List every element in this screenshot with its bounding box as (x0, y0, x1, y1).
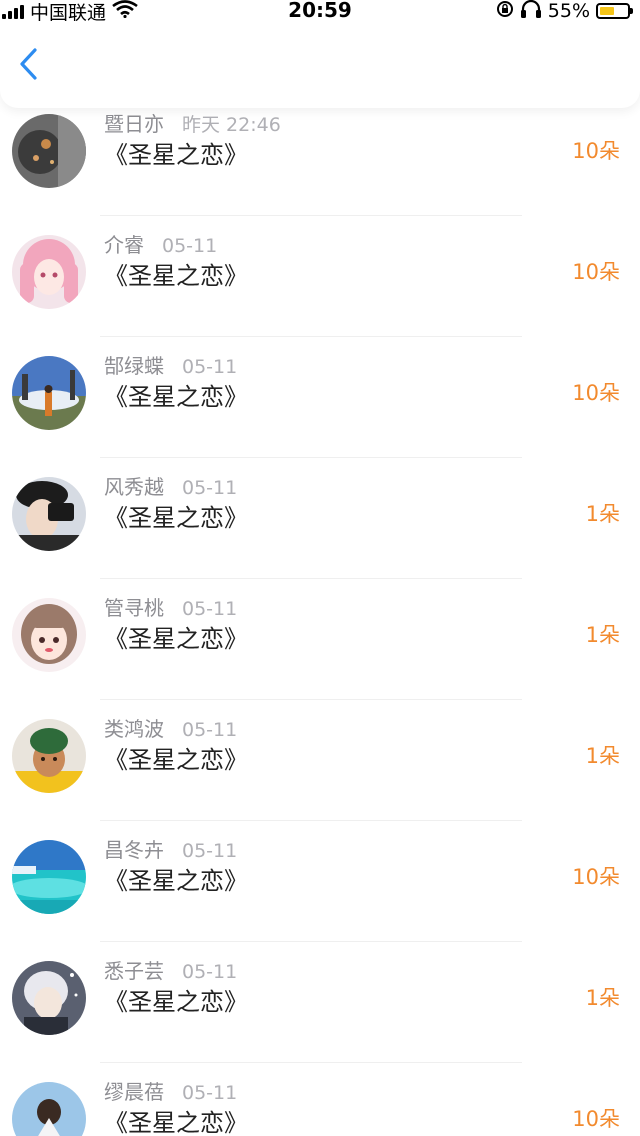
avatar[interactable] (12, 840, 86, 914)
gift-amount: 1朵 (585, 986, 620, 1010)
send-time: 05-11 (182, 477, 238, 499)
list-item[interactable]: 介睿 05-11 《圣星之恋》 10朵 (0, 216, 640, 337)
chevron-left-icon (20, 48, 37, 80)
send-time: 昨天 22:46 (182, 114, 281, 136)
gift-amount: 10朵 (572, 381, 620, 405)
send-time: 05-11 (182, 719, 238, 741)
status-bar: 中国联通 20:59 55% (0, 0, 640, 24)
gift-title: 《圣星之恋》 (104, 141, 248, 169)
avatar[interactable] (12, 719, 86, 793)
gift-title: 《圣星之恋》 (104, 504, 248, 532)
gift-title: 《圣星之恋》 (104, 1109, 248, 1136)
avatar[interactable] (12, 961, 86, 1035)
rotation-lock-icon (496, 0, 514, 23)
send-time: 05-11 (182, 598, 238, 620)
list-item[interactable]: 暨日亦 昨天 22:46 《圣星之恋》 10朵 (0, 95, 640, 216)
user-name: 缪晨蓓 (104, 1080, 164, 1104)
list-item[interactable]: 缪晨蓓 05-11 《圣星之恋》 10朵 (0, 1063, 640, 1136)
avatar[interactable] (12, 1082, 86, 1136)
gift-amount: 10朵 (572, 139, 620, 163)
avatar[interactable] (12, 235, 86, 309)
gift-amount: 1朵 (585, 623, 620, 647)
battery-icon (596, 3, 633, 19)
gift-amount: 1朵 (585, 744, 620, 768)
send-time: 05-11 (182, 961, 238, 983)
user-name: 昌冬卉 (104, 838, 164, 862)
avatar[interactable] (12, 356, 86, 430)
avatar[interactable] (12, 114, 86, 188)
gift-amount: 10朵 (572, 260, 620, 284)
battery-level (600, 7, 615, 15)
back-button[interactable] (8, 44, 48, 84)
battery-percent: 55% (547, 0, 590, 22)
headphones-icon (520, 0, 542, 23)
list-item[interactable]: 昌冬卉 05-11 《圣星之恋》 10朵 (0, 821, 640, 942)
gift-title: 《圣星之恋》 (104, 383, 248, 411)
gift-title: 《圣星之恋》 (104, 262, 248, 290)
list-item[interactable]: 郜绿蝶 05-11 《圣星之恋》 10朵 (0, 337, 640, 458)
send-time: 05-11 (182, 840, 238, 862)
send-time: 05-11 (182, 1082, 238, 1104)
user-name: 郜绿蝶 (104, 354, 164, 378)
list-item[interactable]: 类鸿波 05-11 《圣星之恋》 1朵 (0, 700, 640, 821)
list-item[interactable]: 管寻桃 05-11 《圣星之恋》 1朵 (0, 579, 640, 700)
gift-list[interactable]: 暨日亦 昨天 22:46 《圣星之恋》 10朵 介睿 05-11 《圣星之恋》 … (0, 0, 640, 1136)
user-name: 暨日亦 (104, 112, 164, 136)
list-item[interactable]: 悉子芸 05-11 《圣星之恋》 1朵 (0, 942, 640, 1063)
avatar[interactable] (12, 598, 86, 672)
gift-title: 《圣星之恋》 (104, 867, 248, 895)
send-time: 05-11 (182, 356, 238, 378)
gift-title: 《圣星之恋》 (104, 625, 248, 653)
user-name: 介睿 (104, 233, 144, 257)
user-name: 风秀越 (104, 475, 164, 499)
gift-records-screen: 暨日亦 昨天 22:46 《圣星之恋》 10朵 介睿 05-11 《圣星之恋》 … (0, 0, 640, 1136)
gift-title: 《圣星之恋》 (104, 988, 248, 1016)
gift-amount: 10朵 (572, 865, 620, 889)
gift-amount: 1朵 (585, 502, 620, 526)
user-name: 悉子芸 (104, 959, 164, 983)
list-item[interactable]: 风秀越 05-11 《圣星之恋》 1朵 (0, 458, 640, 579)
gift-amount: 10朵 (572, 1107, 620, 1131)
send-time: 05-11 (162, 235, 218, 257)
avatar[interactable] (12, 477, 86, 551)
user-name: 类鸿波 (104, 717, 164, 741)
gift-title: 《圣星之恋》 (104, 746, 248, 774)
nav-bar (0, 24, 640, 108)
user-name: 管寻桃 (104, 596, 164, 620)
